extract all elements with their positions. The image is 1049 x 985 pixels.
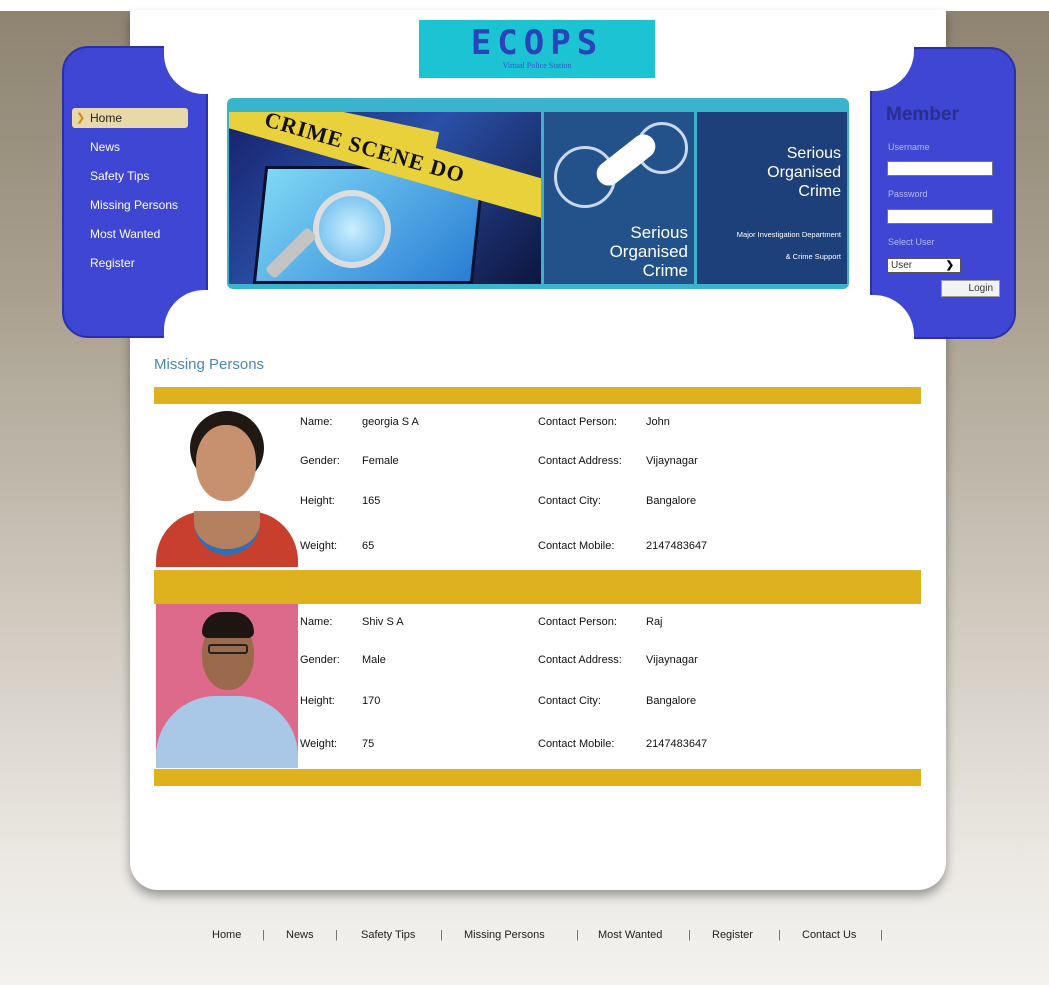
main-nav: ❯ Home News Safety Tips Missing Persons M… — [72, 108, 192, 282]
user-type-select[interactable]: User ❯ — [887, 258, 961, 273]
person-weight: 65 — [362, 540, 375, 552]
person-gender: Male — [362, 654, 386, 666]
contact-address: Vijaynagar — [646, 654, 698, 666]
chevron-right-icon: ❯ — [76, 112, 86, 124]
label-weight: Weight: — [300, 540, 338, 552]
divider-bar — [154, 570, 921, 604]
person-height: 170 — [362, 695, 381, 707]
label-name: Name: — [300, 616, 333, 628]
footer-link-register[interactable]: Register — [712, 929, 753, 941]
banner-text-2: Serious Organised Crime — [609, 223, 688, 280]
person-weight: 75 — [362, 738, 375, 750]
username-label: Username — [888, 142, 930, 152]
footer-separator: | — [880, 929, 883, 941]
nav-label: Home — [90, 111, 123, 125]
footer-separator: | — [576, 929, 579, 941]
contact-mobile: 2147483647 — [646, 540, 708, 552]
contact-person: Raj — [646, 616, 663, 628]
label-contact-address: Contact Address: — [538, 455, 622, 467]
label-contact-mobile: Contact Mobile: — [538, 540, 615, 552]
nav-item-missing-persons[interactable]: Missing Persons — [72, 195, 192, 224]
banner-text-3: Serious Organised Crime — [767, 145, 841, 200]
banner-subtext: Major Investigation Department & Crime S… — [736, 230, 841, 261]
footer-separator: | — [778, 929, 781, 941]
label-gender: Gender: — [300, 654, 340, 666]
person-photo-female — [156, 411, 298, 567]
chevron-down-icon: ❯ — [945, 260, 954, 271]
login-button[interactable]: Login — [941, 280, 1000, 297]
select-user-label: Select User — [888, 237, 935, 247]
divider-bar — [154, 769, 921, 786]
password-label: Password — [888, 189, 928, 199]
logo-title: ECOPS — [470, 23, 604, 63]
magnifier-icon — [313, 190, 391, 268]
serious-crime-panel: Serious Organised Crime Major Investigat… — [697, 112, 847, 284]
footer-link-safety-tips[interactable]: Safety Tips — [361, 929, 415, 941]
footer-separator: | — [262, 929, 265, 941]
label-weight: Weight: — [300, 738, 338, 750]
person-name: Shiv S A — [362, 616, 404, 628]
member-title: Member — [886, 104, 959, 125]
crime-scene-image: OSS CRIME SCENE DO — [229, 112, 541, 284]
footer-link-most-wanted[interactable]: Most Wanted — [598, 929, 662, 941]
nav-item-register[interactable]: Register — [72, 253, 192, 282]
nav-label: Most Wanted — [90, 227, 161, 241]
person-gender: Female — [362, 455, 399, 467]
footer-separator: | — [688, 929, 691, 941]
footer-link-contact-us[interactable]: Contact Us — [802, 929, 856, 941]
label-contact-person: Contact Person: — [538, 616, 617, 628]
contact-person: John — [646, 416, 670, 428]
header-banner: OSS CRIME SCENE DO Serious Organised Cri… — [227, 98, 849, 289]
label-gender: Gender: — [300, 455, 340, 467]
nav-item-most-wanted[interactable]: Most Wanted — [72, 224, 192, 253]
person-height: 165 — [362, 495, 381, 507]
password-input[interactable] — [887, 209, 993, 224]
logo-subtitle: Virtual Police Station — [502, 61, 572, 70]
nav-label: Register — [90, 256, 135, 270]
label-height: Height: — [300, 495, 335, 507]
footer-separator: | — [335, 929, 338, 941]
nav-label: Missing Persons — [90, 198, 179, 212]
page-title: Missing Persons — [154, 356, 265, 373]
label-contact-person: Contact Person: — [538, 416, 617, 428]
label-name: Name: — [300, 416, 333, 428]
username-input[interactable] — [887, 161, 993, 176]
person-name: georgia S A — [362, 416, 419, 428]
label-contact-city: Contact City: — [538, 495, 601, 507]
person-photo-male — [156, 604, 298, 768]
footer-link-home[interactable]: Home — [212, 929, 241, 941]
contact-city: Bangalore — [646, 695, 697, 707]
label-contact-city: Contact City: — [538, 695, 601, 707]
footer-separator: | — [440, 929, 443, 941]
label-height: Height: — [300, 695, 335, 707]
nav-label: Safety Tips — [90, 169, 150, 183]
label-contact-address: Contact Address: — [538, 654, 622, 666]
contact-address: Vijaynagar — [646, 455, 698, 467]
footer-link-missing-persons[interactable]: Missing Persons — [464, 929, 545, 941]
divider-bar — [154, 387, 921, 404]
ecops-logo: ECOPS Virtual Police Station — [419, 20, 655, 78]
handcuffs-panel: Serious Organised Crime — [544, 112, 694, 284]
nav-item-safety-tips[interactable]: Safety Tips — [72, 166, 192, 195]
label-contact-mobile: Contact Mobile: — [538, 738, 615, 750]
nav-label: News — [90, 140, 121, 154]
nav-item-home[interactable]: ❯ Home — [72, 108, 188, 128]
footer-link-news[interactable]: News — [286, 929, 314, 941]
contact-city: Bangalore — [646, 495, 697, 507]
contact-mobile: 2147483647 — [646, 738, 708, 750]
nav-item-news[interactable]: News — [72, 137, 192, 166]
